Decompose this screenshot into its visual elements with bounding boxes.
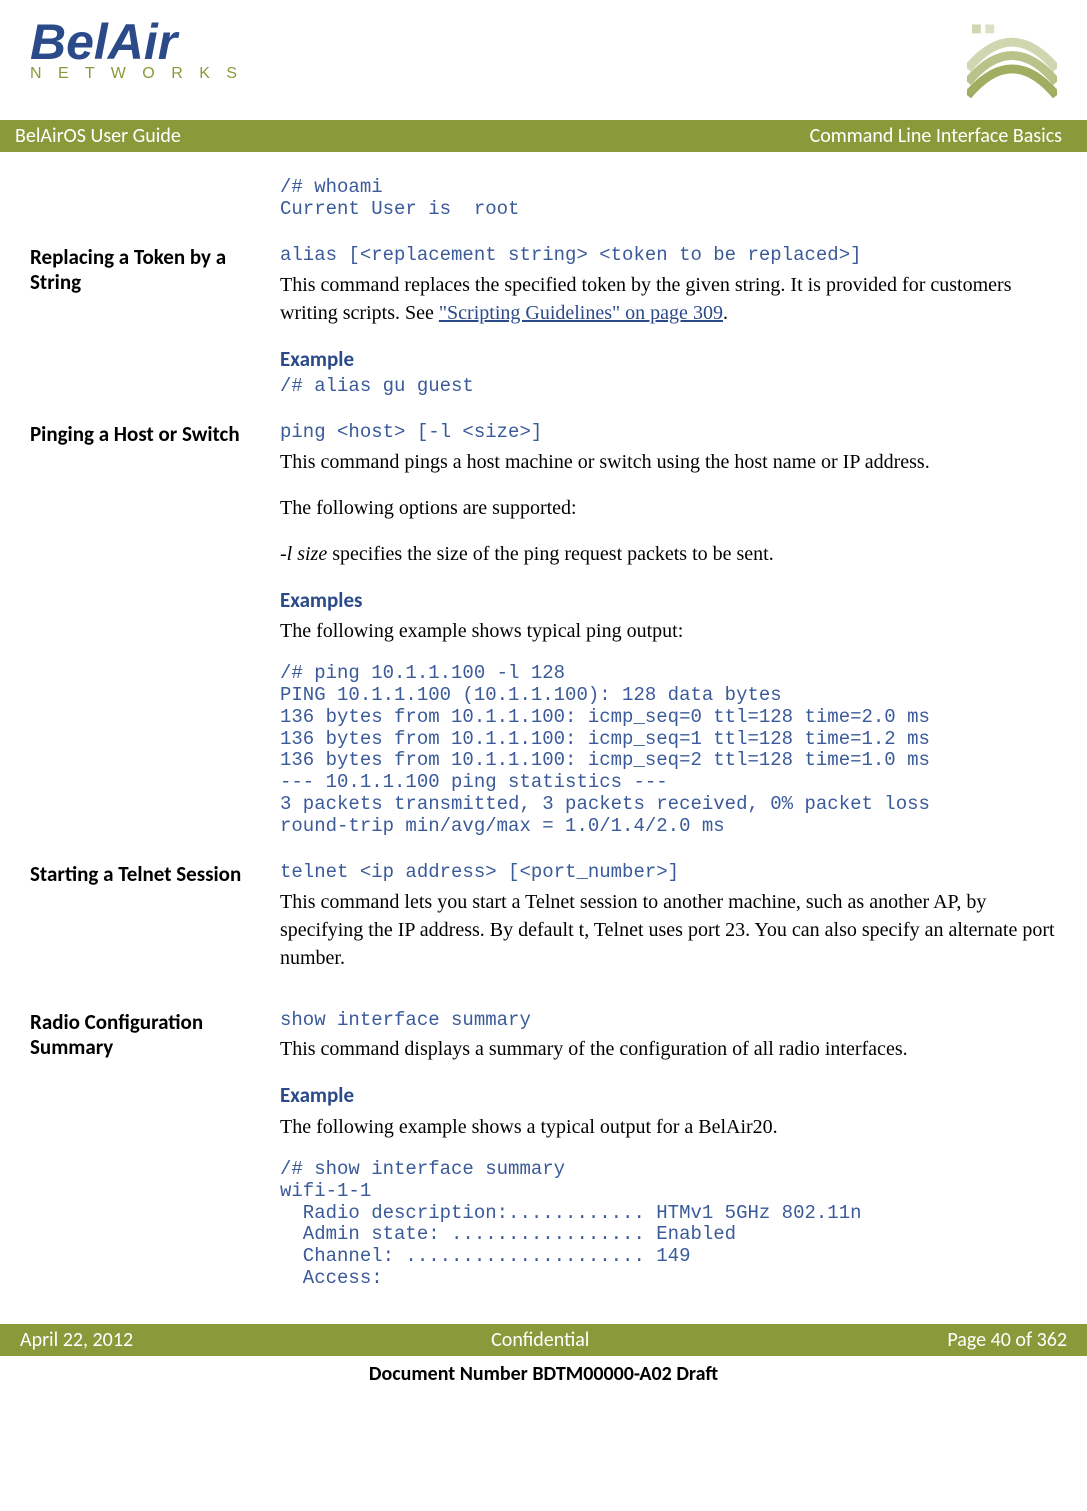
opt-rest: specifies the size of the ping request p… bbox=[327, 543, 774, 565]
header-bar: BelAirOS User Guide Command Line Interfa… bbox=[0, 120, 1087, 152]
header-left: BelAirOS User Guide bbox=[15, 124, 181, 148]
desc-replacing: This command replaces the specified toke… bbox=[280, 271, 1057, 327]
example-intro-radio: The following example shows a typical ou… bbox=[280, 1113, 1057, 1141]
footer-right: Page 40 of 362 bbox=[947, 1328, 1067, 1352]
footer-bar: April 22, 2012 Confidential Page 40 of 3… bbox=[0, 1324, 1087, 1356]
option-pinging: -l size specifies the size of the ping r… bbox=[280, 540, 1057, 568]
section-heading-telnet: Starting a Telnet Session bbox=[30, 862, 260, 990]
wave-icon bbox=[967, 20, 1057, 100]
footer-left: April 22, 2012 bbox=[20, 1328, 133, 1352]
desc2-pinging: The following options are supported: bbox=[280, 494, 1057, 522]
desc-radio: This command displays a summary of the c… bbox=[280, 1035, 1057, 1063]
example-code-radio: /# show interface summary wifi-1-1 Radio… bbox=[280, 1159, 1057, 1290]
intro-code: /# whoami Current User is root bbox=[280, 177, 1057, 221]
examples-head-pinging: Examples bbox=[280, 586, 1057, 615]
opt-italic: -l size bbox=[280, 543, 327, 565]
doc-number: Document Number BDTM00000-A02 Draft bbox=[30, 1356, 1057, 1396]
syntax-radio: show interface summary bbox=[280, 1010, 1057, 1032]
desc-telnet: This command lets you start a Telnet ses… bbox=[280, 888, 1057, 972]
example-code-replacing: /# alias gu guest bbox=[280, 376, 1057, 398]
section-heading-radio: Radio Configuration Summary bbox=[30, 1010, 260, 1294]
example-head-replacing: Example bbox=[280, 345, 1057, 374]
example-head-radio: Example bbox=[280, 1081, 1057, 1110]
section-heading-replacing: Replacing a Token by a String bbox=[30, 245, 260, 402]
syntax-telnet: telnet <ip address> [<port_number>] bbox=[280, 862, 1057, 884]
belair-logo: BelAir N E T W O R K S bbox=[30, 20, 243, 83]
header-right: Command Line Interface Basics bbox=[810, 124, 1062, 148]
section-heading-pinging: Pinging a Host or Switch bbox=[30, 422, 260, 842]
examples-code-pinging: /# ping 10.1.1.100 -l 128 PING 10.1.1.10… bbox=[280, 663, 1057, 838]
footer-center: Confidential bbox=[491, 1328, 589, 1352]
scripting-link[interactable]: "Scripting Guidelines" on page 309 bbox=[439, 302, 723, 324]
syntax-replacing: alias [<replacement string> <token to be… bbox=[280, 245, 1057, 267]
logo-main: BelAir bbox=[30, 20, 243, 65]
spacer bbox=[30, 177, 260, 225]
desc1-pinging: This command pings a host machine or swi… bbox=[280, 448, 1057, 476]
syntax-pinging: ping <host> [-l <size>] bbox=[280, 422, 1057, 444]
desc-replacing-b: . bbox=[723, 302, 728, 324]
examples-intro-pinging: The following example shows typical ping… bbox=[280, 617, 1057, 645]
header-logos: BelAir N E T W O R K S bbox=[30, 20, 1057, 120]
logo-sub: N E T W O R K S bbox=[30, 65, 243, 83]
